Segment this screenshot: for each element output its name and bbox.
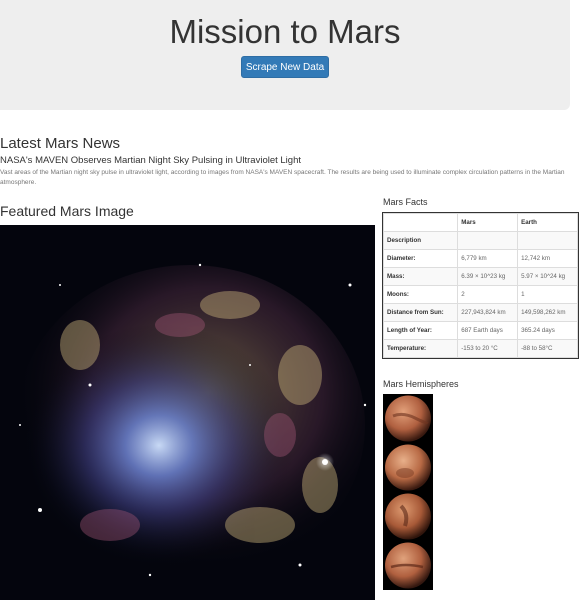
facts-row-label: Description (382, 231, 459, 250)
syrtis-major-hemisphere-thumbnail[interactable] (383, 492, 433, 541)
facts-mars-value (457, 231, 519, 250)
facts-row: Diameter: 6,779 km 12,742 km (382, 249, 578, 268)
hemispheres-list (383, 394, 433, 590)
facts-mars-value: 2 (457, 285, 519, 304)
facts-row: Temperature: -153 to 20 °C -88 to 58°C (382, 339, 578, 358)
news-title: NASA's MAVEN Observes Martian Night Sky … (0, 155, 301, 166)
facts-row: Distance from Sun: 227,943,824 km 149,59… (382, 303, 578, 322)
facts-earth-value: 1 (517, 285, 578, 304)
mars-hemispheres-heading: Mars Hemispheres (383, 379, 459, 389)
facts-row-label: Temperature: (382, 339, 459, 358)
facts-column-header: Mars (457, 213, 519, 232)
facts-earth-value: 365.24 days (517, 321, 578, 340)
facts-mars-value: 6,779 km (457, 249, 519, 268)
facts-earth-value: 5.97 × 10^24 kg (517, 267, 578, 286)
facts-row: Length of Year: 687 Earth days 365.24 da… (382, 321, 578, 340)
facts-row-label: Distance from Sun: (382, 303, 459, 322)
facts-mars-value: 6.39 × 10^23 kg (457, 267, 519, 286)
facts-row-label: Moons: (382, 285, 459, 304)
facts-earth-value: -88 to 58°C (517, 339, 578, 358)
facts-mars-value: 687 Earth days (457, 321, 519, 340)
facts-row-label: Mass: (382, 267, 459, 286)
galaxy-image (0, 225, 375, 600)
valles-marineris-hemisphere-thumbnail[interactable] (383, 541, 433, 590)
facts-header-row: Mars Earth (382, 213, 578, 232)
facts-earth-value: 149,598,262 km (517, 303, 578, 322)
schiaparelli-hemisphere-thumbnail[interactable] (383, 443, 433, 492)
facts-row: Description (382, 231, 578, 250)
facts-earth-value: 12,742 km (517, 249, 578, 268)
facts-column-header: Earth (517, 213, 578, 232)
jumbotron-header: Mission to Mars Scrape New Data (0, 0, 570, 110)
page-title: Mission to Mars (169, 13, 401, 50)
featured-mars-image (0, 225, 375, 600)
scrape-new-data-button[interactable]: Scrape New Data (241, 56, 329, 78)
mars-facts-table: Mars Earth Description Diameter: 6,779 k… (382, 212, 579, 359)
facts-column-header (382, 213, 459, 232)
facts-mars-value: 227,943,824 km (457, 303, 519, 322)
mars-facts-heading: Mars Facts (383, 197, 428, 207)
facts-row-label: Length of Year: (382, 321, 459, 340)
news-teaser: Vast areas of the Martian night sky puls… (0, 169, 565, 186)
facts-row-label: Diameter: (382, 249, 459, 268)
facts-row: Mass: 6.39 × 10^23 kg 5.97 × 10^24 kg (382, 267, 578, 286)
facts-earth-value (517, 231, 578, 250)
facts-row: Moons: 2 1 (382, 285, 578, 304)
cerberus-hemisphere-thumbnail[interactable] (383, 394, 433, 443)
featured-image-heading: Featured Mars Image (0, 203, 134, 219)
facts-mars-value: -153 to 20 °C (457, 339, 519, 358)
latest-news-heading: Latest Mars News (0, 135, 121, 152)
